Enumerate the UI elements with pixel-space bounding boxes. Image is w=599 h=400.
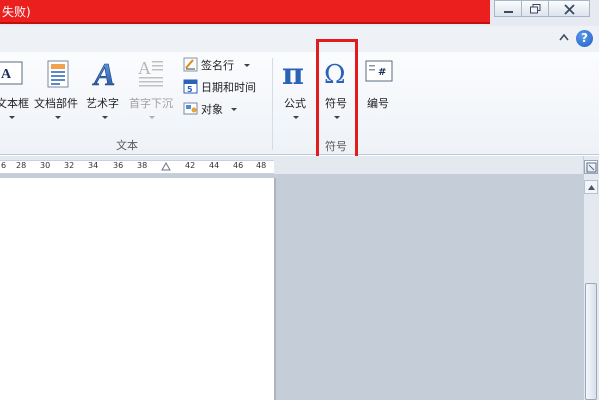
object-icon	[183, 102, 198, 115]
wordart-label: 艺术字	[86, 97, 119, 110]
horizontal-ruler[interactable]: 6 28 30 32 34 36 38 42 44 46 48	[0, 160, 274, 174]
ruler-number: 38	[137, 161, 148, 170]
group-separator	[272, 58, 273, 150]
ruler-number: 6	[1, 161, 7, 170]
svg-text:A: A	[1, 67, 12, 82]
restore-button[interactable]	[521, 0, 549, 17]
ruler-number: 46	[233, 161, 244, 170]
dropcap-label: 首字下沉	[129, 97, 173, 110]
quickparts-label: 文档部件	[34, 97, 78, 110]
ruler-number: 28	[16, 161, 27, 170]
number-button[interactable]: # 编号	[361, 56, 399, 124]
minimize-button[interactable]	[494, 0, 522, 17]
ruler-number: 30	[40, 161, 51, 170]
textbox-button[interactable]: A 文本框	[0, 60, 30, 124]
quickparts-button[interactable]: 文档部件	[34, 56, 84, 124]
scroll-up-icon	[588, 185, 595, 190]
signature-line-dropdown-arrow	[244, 64, 250, 67]
object-dropdown-arrow	[231, 108, 237, 111]
minimize-ribbon-icon[interactable]	[559, 33, 569, 41]
title-bar-error-area	[0, 0, 490, 24]
svg-text:A: A	[92, 56, 115, 90]
equation-button[interactable]: π 公式	[277, 56, 315, 124]
ruler-number: 48	[256, 161, 267, 170]
ruler-number: 36	[113, 161, 124, 170]
textbox-icon: A	[0, 61, 23, 85]
datetime-label: 日期和时间	[201, 81, 256, 94]
svg-text:#: #	[378, 67, 386, 78]
number-label: 编号	[367, 97, 389, 110]
close-button[interactable]	[548, 0, 590, 17]
object-button[interactable]: 对象	[183, 100, 267, 118]
ruler-number: 44	[209, 161, 220, 170]
svg-text:A: A	[138, 58, 151, 78]
ruler-number: 34	[88, 161, 99, 170]
quickparts-icon	[47, 60, 69, 88]
text-group-label: 文本	[116, 139, 138, 152]
wordart-icon: A	[92, 56, 116, 90]
wordart-dropdown-arrow	[102, 116, 108, 119]
scroll-up-button[interactable]	[584, 180, 598, 194]
equation-dropdown-arrow	[293, 116, 299, 119]
wordart-button[interactable]: A 艺术字	[86, 56, 126, 124]
pi-icon: π	[282, 58, 304, 88]
scroll-thumb[interactable]	[585, 283, 597, 400]
close-icon	[564, 4, 575, 15]
textbox-label: 文本框	[0, 97, 29, 110]
symbol-highlight-box	[316, 39, 358, 165]
indent-marker-icon[interactable]	[161, 162, 171, 172]
svg-text:π: π	[282, 58, 304, 88]
datetime-button[interactable]: 5 日期和时间	[183, 78, 267, 96]
calendar-icon: 5	[183, 79, 198, 94]
view-ruler-button[interactable]	[584, 160, 598, 174]
document-page[interactable]	[0, 178, 274, 400]
number-icon: #	[365, 60, 393, 82]
page-shadow	[274, 178, 276, 400]
signature-line-button[interactable]: 签名行	[183, 56, 267, 74]
help-icon[interactable]: ?	[576, 30, 593, 47]
signature-line-icon	[183, 57, 198, 72]
minimize-icon	[504, 11, 513, 13]
dropcap-button[interactable]: A 首字下沉	[129, 56, 179, 124]
restore-icon	[530, 4, 541, 14]
object-label: 对象	[201, 103, 223, 116]
signature-line-label: 签名行	[201, 59, 234, 72]
quickparts-dropdown-arrow	[55, 116, 61, 119]
ruler-toggle-icon	[586, 162, 597, 173]
textbox-dropdown-arrow	[9, 116, 15, 119]
ruler-number: 32	[64, 161, 75, 170]
ruler-number: 42	[185, 161, 196, 170]
window-title: 失败)	[2, 5, 31, 19]
dropcap-dropdown-arrow	[149, 116, 155, 119]
dropcap-icon: A	[138, 58, 163, 87]
svg-text:5: 5	[187, 85, 193, 94]
ribbon-tab-row	[0, 26, 599, 53]
equation-label: 公式	[284, 97, 306, 110]
